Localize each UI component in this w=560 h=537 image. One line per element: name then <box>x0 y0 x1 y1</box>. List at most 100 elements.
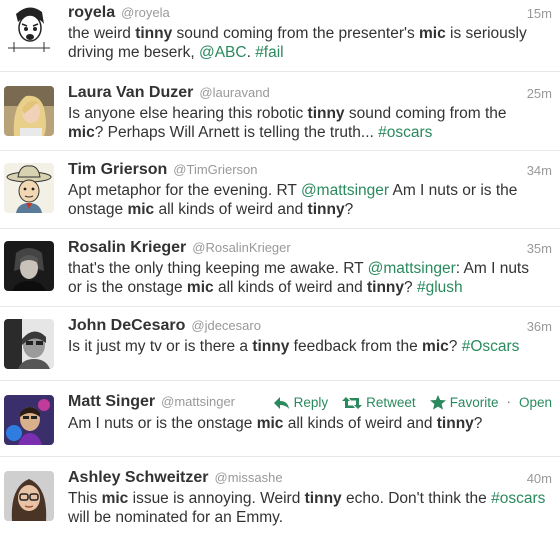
colorful-portrait-avatar-icon <box>4 395 54 445</box>
author-handle[interactable]: @jdecesaro <box>191 318 261 333</box>
tweet-item[interactable]: Laura Van Duzer @lauravand 25m Is anyone … <box>0 71 560 150</box>
keyword-highlight: mic <box>419 25 446 42</box>
reply-arrow-icon <box>273 396 289 409</box>
tweet-text-fragment: Am I nuts or is the onstage <box>68 415 257 432</box>
mention-link[interactable]: @mattsinger <box>368 260 456 277</box>
reply-label: Reply <box>293 394 329 410</box>
retweet-icon <box>342 396 363 409</box>
author-name[interactable]: Laura Van Duzer <box>68 84 193 101</box>
hashtag-link[interactable]: #glush <box>417 279 463 296</box>
favorite-label: Favorite <box>449 394 499 410</box>
star-icon <box>429 394 446 410</box>
hashtag-link[interactable]: #Oscars <box>462 338 520 355</box>
hashtag-link[interactable]: #fail <box>255 44 283 61</box>
tweet-text-fragment: sound coming from the <box>344 105 507 122</box>
keyword-highlight: tinny <box>252 338 290 355</box>
tweet-item[interactable]: Matt Singer @mattsinger Reply Retweet Favor… <box>0 380 560 456</box>
bw-portrait-avatar-icon <box>4 319 54 369</box>
tweet-text: Am I nuts or is the onstage mic all kind… <box>68 414 546 433</box>
tweet-item[interactable]: Tim Grierson @TimGrierson 34m Apt metapho… <box>0 150 560 228</box>
open-button[interactable]: Open <box>519 395 552 410</box>
tweet-timestamp[interactable]: 15m <box>527 6 552 21</box>
author-handle[interactable]: @TimGrierson <box>173 162 257 177</box>
keyword-highlight: mic <box>68 124 95 141</box>
tweet-text-fragment: ? <box>344 201 354 218</box>
dark-portrait-avatar-icon <box>4 241 54 291</box>
hashtag-link[interactable]: #oscars <box>491 490 545 507</box>
tweet-timestamp[interactable]: 25m <box>527 86 552 101</box>
author-handle[interactable]: @royela <box>121 5 170 20</box>
keyword-highlight: tinny <box>367 279 405 296</box>
tweet-text-fragment: issue is annoying. Weird <box>128 490 305 507</box>
author-name[interactable]: John DeCesaro <box>68 317 185 334</box>
action-separator: · <box>506 394 511 409</box>
tweet-text-fragment: ? Perhaps Will Arnett is telling the tru… <box>94 124 379 141</box>
tweet-text-fragment: echo. Don't think the <box>341 490 492 507</box>
keyword-highlight: tinny <box>436 415 474 432</box>
woman-glasses-avatar-icon <box>4 471 54 521</box>
keyword-highlight: tinny <box>307 201 345 218</box>
hashtag-link[interactable]: #oscars <box>378 124 432 141</box>
keyword-highlight: tinny <box>304 490 342 507</box>
tweet-item[interactable]: Rosalin Krieger @RosalinKrieger 35m that'… <box>0 228 560 306</box>
tweet-text-fragment: ? <box>404 279 417 296</box>
author-name[interactable]: Tim Grierson <box>68 161 167 178</box>
tweet-text-fragment: feedback from the <box>289 338 423 355</box>
keyword-highlight: tinny <box>135 25 173 42</box>
cartoon-face-avatar-icon <box>4 2 54 52</box>
avatar[interactable] <box>4 471 54 521</box>
tweet-text-fragment: all kinds of weird and <box>213 279 367 296</box>
avatar[interactable] <box>4 241 54 291</box>
author-handle[interactable]: @RosalinKrieger <box>192 240 290 255</box>
retweet-button[interactable]: Retweet <box>342 395 416 410</box>
tweet-text: Is it just my tv or is there a tinny fee… <box>68 337 546 356</box>
tweet-text-fragment: ? <box>448 338 462 355</box>
keyword-highlight: mic <box>186 279 214 296</box>
reply-button[interactable]: Reply <box>273 394 329 410</box>
mention-link[interactable]: @mattsinger <box>301 182 389 199</box>
author-name[interactable]: Rosalin Krieger <box>68 239 186 256</box>
tweet-item[interactable]: Ashley Schweitzer @missashe 40m This mic … <box>0 456 560 537</box>
tweet-item[interactable]: royela @royela 15m the weird tinny sound … <box>0 0 560 71</box>
tweet-text-fragment: sound coming from the presenter's <box>172 25 420 42</box>
tweet-text: Apt metaphor for the evening. RT @mattsi… <box>68 181 546 219</box>
tweet-text: Is anyone else hearing this robotic tinn… <box>68 104 546 142</box>
tweet-text-fragment: all kinds of weird and <box>154 201 308 218</box>
tweet-text-fragment: all kinds of weird and <box>283 415 437 432</box>
cowboy-cartoon-avatar-icon <box>4 163 54 213</box>
author-name[interactable]: Matt Singer <box>68 393 155 410</box>
avatar[interactable] <box>4 2 54 52</box>
author-name[interactable]: Ashley Schweitzer <box>68 469 209 486</box>
tweet-timestamp[interactable]: 40m <box>527 471 552 486</box>
tweet-text-fragment: the weird <box>68 25 136 42</box>
favorite-button[interactable]: Favorite <box>429 394 499 410</box>
tweet-text-fragment: Apt metaphor for the evening. RT <box>68 182 301 199</box>
tweet-text: the weird tinny sound coming from the pr… <box>68 24 546 62</box>
tweet-actions: Reply Retweet Favorite · Open <box>259 394 552 410</box>
tweet-item[interactable]: John DeCesaro @jdecesaro 36m Is it just m… <box>0 306 560 380</box>
tweet-timestamp[interactable]: 34m <box>527 163 552 178</box>
author-name[interactable]: royela <box>68 4 115 21</box>
author-handle[interactable]: @missashe <box>215 470 283 485</box>
tweet-timestamp[interactable]: 35m <box>527 241 552 256</box>
tweet-text-fragment: This <box>68 490 102 507</box>
keyword-highlight: mic <box>127 201 155 218</box>
tweet-text-fragment: that's the only thing keeping me awake. … <box>68 260 368 277</box>
avatar[interactable] <box>4 395 54 445</box>
avatar[interactable] <box>4 163 54 213</box>
keyword-highlight: mic <box>101 490 129 507</box>
keyword-highlight: mic <box>422 338 449 355</box>
tweet-timestamp[interactable]: 36m <box>527 319 552 334</box>
retweet-label: Retweet <box>366 394 416 410</box>
avatar[interactable] <box>4 86 54 136</box>
author-handle[interactable]: @lauravand <box>199 85 269 100</box>
avatar[interactable] <box>4 319 54 369</box>
tweet-text-fragment: Is anyone else hearing this robotic <box>68 105 308 122</box>
tweet-text-fragment: will be nominated for an Emmy. <box>68 509 284 526</box>
author-handle[interactable]: @mattsinger <box>161 394 235 409</box>
tweet-timeline: royela @royela 15m the weird tinny sound … <box>0 0 560 537</box>
tweet-text-fragment: . <box>246 44 256 61</box>
tweet-text: This mic issue is annoying. Weird tinny … <box>68 489 546 527</box>
mention-link[interactable]: @ABC <box>199 44 247 61</box>
blonde-woman-photo-avatar-icon <box>4 86 54 136</box>
